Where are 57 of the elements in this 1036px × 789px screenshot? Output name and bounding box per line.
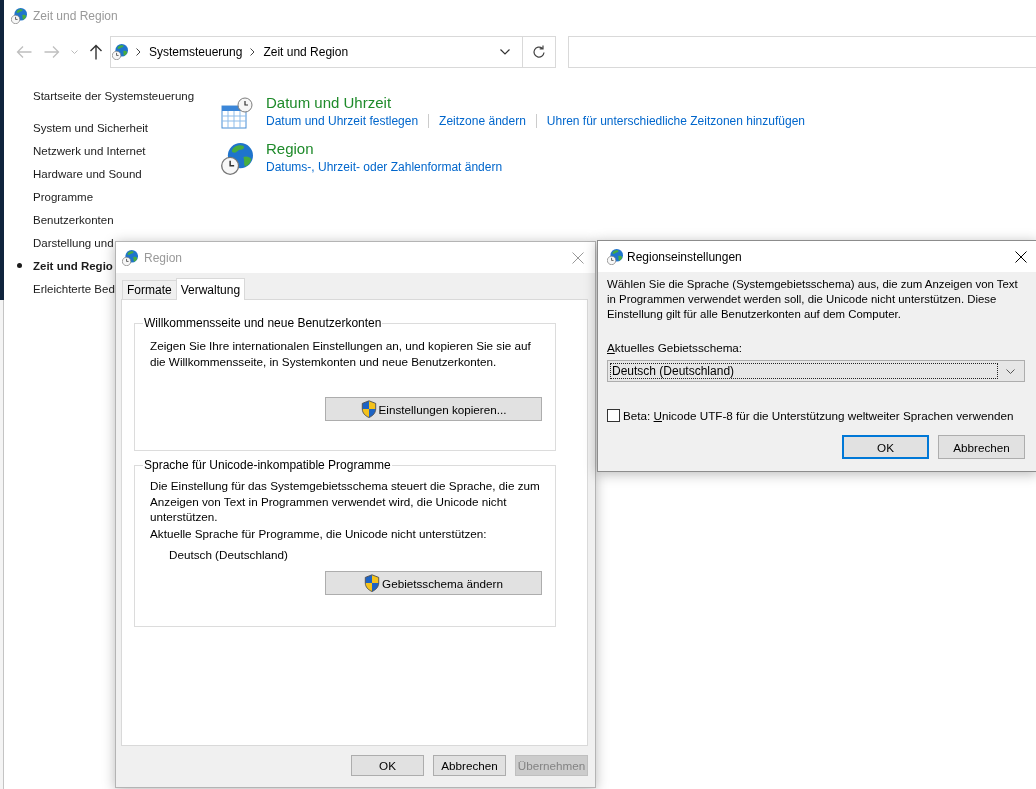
close-icon (572, 251, 584, 264)
globe-clock-icon (607, 248, 623, 265)
group-title: Willkommensseite und neue Benutzerkonten (143, 315, 383, 331)
sidebar-link[interactable]: Startseite der Systemsteuerung (33, 88, 195, 104)
breadcrumb[interactable]: Zeit und Region (263, 41, 349, 63)
dialog-button[interactable]: OK (351, 755, 424, 776)
description-text: Die Einstellung für das Systemgebietsschema steuert die Sprache, die zum Anzeigen von Text in Programmen verwendet wird, die Unicode nicht unterstützen. (149, 478, 541, 525)
sidebar-link[interactable]: System und Sicherheit (33, 119, 149, 136)
field-label: Aktuelles Gebietsschema: (607, 340, 743, 355)
description-text: Aktuelle Sprache für Programme, die Unicode nicht unterstützen: (149, 525, 488, 541)
description-text: Zeigen Sie Ihre internationalen Einstellungen an, und kopieren Sie sie auf die Willkommensseite, in Systemkonten und neue Benutzerkonten. (149, 338, 532, 369)
task-link[interactable]: Uhren für unterschiedliche Zeitzonen hinzufügen (546, 113, 805, 129)
chevron-right-icon (136, 48, 141, 56)
dialog-button[interactable]: OK (842, 435, 929, 459)
globe-clock-icon (11, 8, 27, 24)
dialog-button[interactable]: Abbrechen (938, 435, 1025, 459)
address-bar[interactable]: Systemsteuerung Zeit und Region (110, 36, 556, 68)
dialog-button[interactable]: Abbrechen (433, 755, 506, 776)
task-link[interactable]: Zeitzone ändern (439, 113, 526, 129)
dialog-title: Regionseinstellungen (627, 249, 743, 264)
globe-clock-icon (122, 249, 138, 266)
tab[interactable]: Formate (122, 280, 177, 299)
sidebar-link[interactable]: Netzwerk und Internet (33, 142, 146, 159)
sidebar-link[interactable]: Hardware und Sound (33, 165, 142, 182)
bullet-icon (17, 263, 22, 268)
globe-clock-icon (112, 44, 128, 60)
chevron-right-icon (250, 48, 256, 56)
tab[interactable]: Verwaltung (175, 278, 246, 300)
chevron-down-icon (500, 49, 510, 55)
category-heading[interactable]: Region (266, 140, 314, 158)
locale-dropdown[interactable]: Deutsch (Deutschland) (607, 360, 1025, 382)
category-heading[interactable]: Datum und Uhrzeit (266, 94, 392, 112)
current-language: Deutsch (Deutschland) (168, 547, 288, 563)
breadcrumb[interactable]: Systemsteuerung (149, 41, 243, 63)
sidebar-link[interactable]: Benutzerkonten (33, 211, 114, 228)
sidebar-link[interactable]: Programme (33, 188, 94, 205)
dialog-button[interactable]: Einstellungen kopieren... (325, 397, 542, 421)
globe-clock-icon (221, 143, 253, 175)
dialog-button[interactable]: Gebietsschema ändern (325, 571, 542, 595)
checkbox-label[interactable]: Beta: Unicode UTF-8 für die Unterstützung weltweiter Sprachen verwenden (623, 408, 1014, 423)
dialog-title: Region (144, 250, 184, 265)
task-link[interactable]: Datum und Uhrzeit festlegen (266, 113, 419, 129)
group-title: Sprache für Unicode-inkompatible Programme (143, 457, 392, 473)
description-text: Wählen Sie die Sprache (Systemgebietsschema) aus, die zum Anzeigen von Text in Programmen verwendet werden soll, die Unicode nicht unterstützen. Diese Einstellung gilt für alle Benutzerkonten auf dem Computer. (607, 277, 1019, 322)
sidebar-link[interactable]: Zeit und Regio (33, 257, 113, 274)
refresh-icon (532, 45, 546, 59)
close-icon (1015, 250, 1027, 263)
search-field[interactable] (568, 36, 1036, 68)
checkbox[interactable] (607, 409, 620, 422)
task-link[interactable]: Datums-, Uhrzeit- oder Zahlenformat ändern (266, 159, 503, 175)
sidebar-link[interactable]: Darstellung und (33, 234, 114, 251)
calendar-clock-icon (221, 97, 253, 129)
up-arrow-icon (89, 44, 103, 60)
chevron-down-icon (1006, 368, 1015, 374)
window-title: Zeit und Region (33, 9, 118, 23)
sidebar-link[interactable]: Erleichterte Bed (33, 280, 115, 297)
chevron-down-icon (70, 50, 78, 54)
